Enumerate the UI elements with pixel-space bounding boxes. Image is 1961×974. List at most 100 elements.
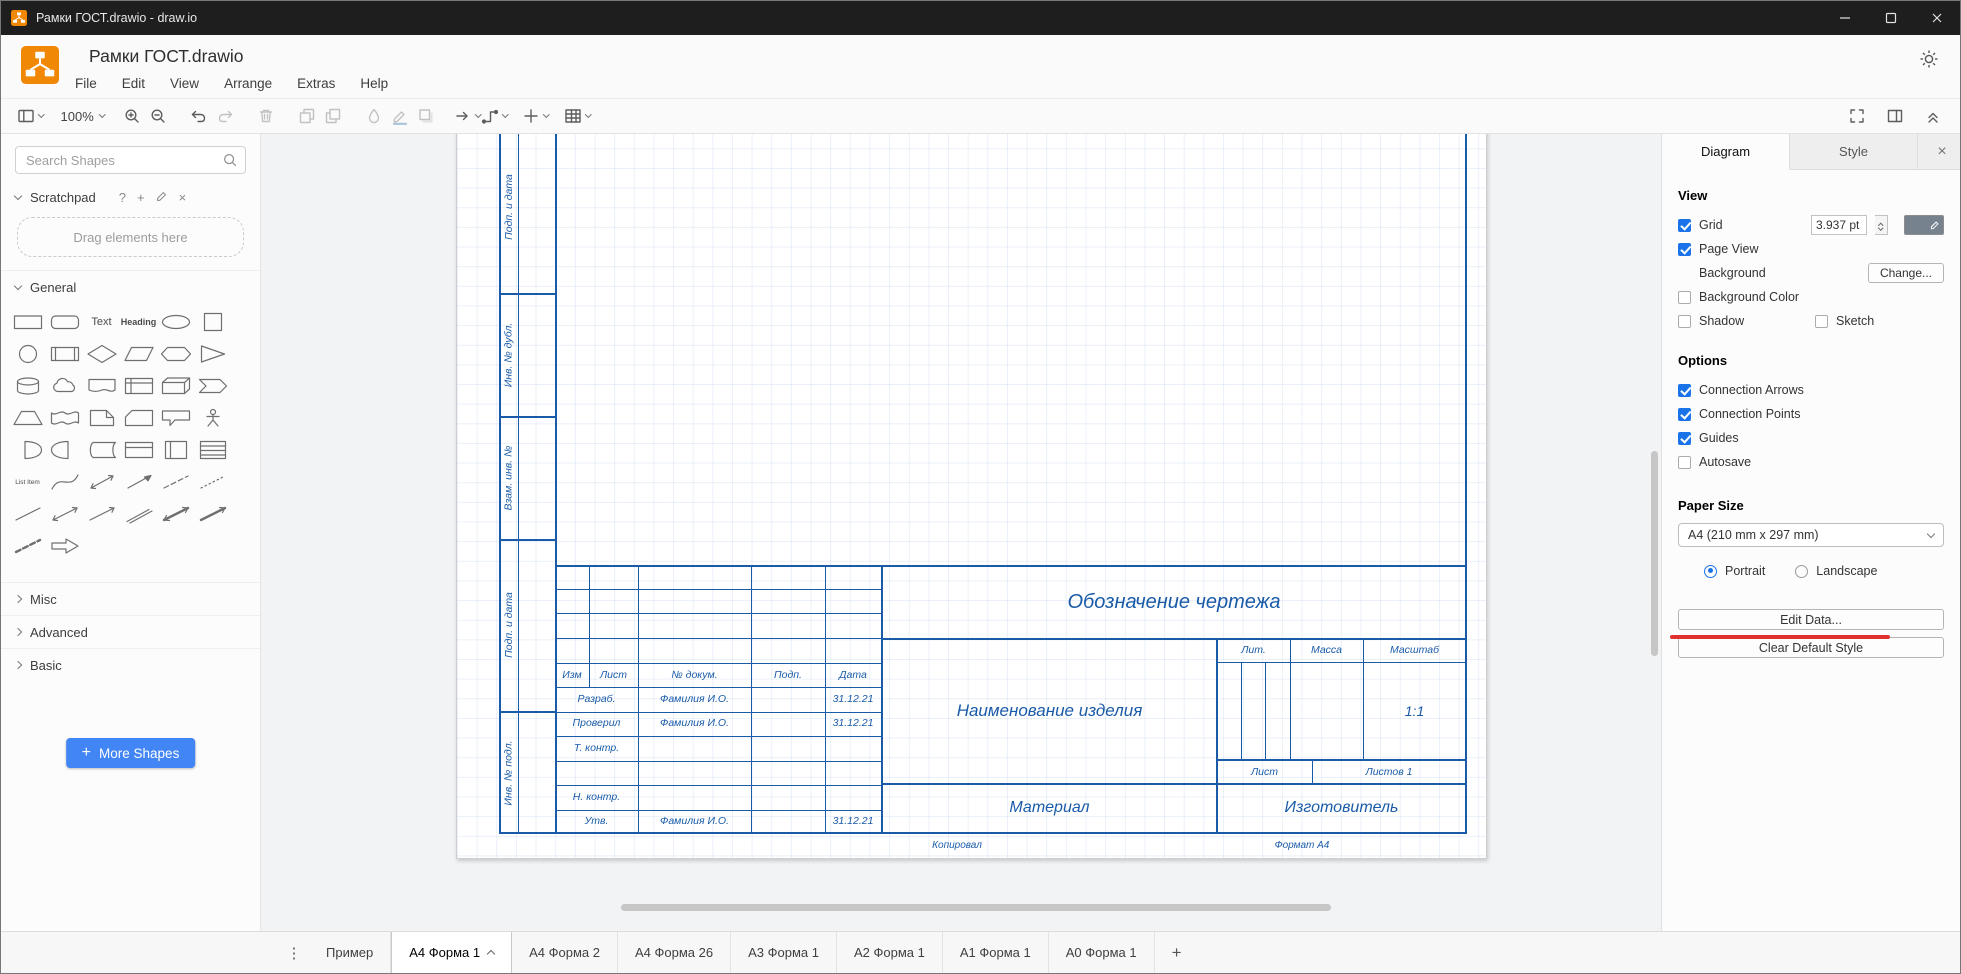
collapse-toolbar-button[interactable] bbox=[1920, 103, 1946, 129]
shape-list-icon[interactable] bbox=[194, 434, 231, 466]
shape-arrow-icon[interactable] bbox=[120, 466, 157, 498]
insert-button[interactable] bbox=[522, 103, 550, 129]
tab-diagram[interactable]: Diagram bbox=[1662, 134, 1790, 170]
paper-size-select[interactable]: A4 (210 mm x 297 mm) bbox=[1678, 523, 1944, 547]
scratchpad-header[interactable]: Scratchpad ? + × bbox=[1, 183, 260, 211]
menu-view[interactable]: View bbox=[170, 76, 199, 91]
connection-arrows-checkbox[interactable] bbox=[1678, 383, 1691, 397]
grid-checkbox[interactable] bbox=[1678, 218, 1691, 232]
shape-step-icon[interactable] bbox=[194, 370, 231, 402]
page-tab-А2 Форма 1[interactable]: А2 Форма 1 bbox=[837, 932, 943, 973]
sidebar-section-general[interactable]: General bbox=[1, 270, 260, 303]
grid-size-input[interactable] bbox=[1811, 215, 1867, 235]
shape-vertical-container-icon[interactable] bbox=[157, 434, 194, 466]
titleblock-lit-label[interactable]: Лит. bbox=[1217, 638, 1290, 662]
drawing-page[interactable]: Обозначение чертежа Наименование изделия М… bbox=[456, 134, 1487, 859]
shape-dotted-line-icon[interactable] bbox=[194, 466, 231, 498]
to-front-button[interactable] bbox=[294, 103, 320, 129]
titleblock-row-name[interactable]: Фамилия И.О. bbox=[638, 810, 751, 833]
shape-thick-arrow-icon[interactable] bbox=[46, 530, 83, 562]
titleblock-row-role[interactable]: Проверил bbox=[555, 712, 638, 735]
shape-dashed-link-icon[interactable] bbox=[9, 530, 46, 562]
edit-data-button[interactable]: Edit Data... bbox=[1678, 609, 1944, 630]
vertical-scrollbar[interactable] bbox=[1651, 451, 1658, 656]
portrait-radio[interactable] bbox=[1704, 564, 1717, 578]
shape-callout-icon[interactable] bbox=[157, 402, 194, 434]
shadow-checkbox[interactable] bbox=[1678, 314, 1691, 328]
shape-data-storage-icon[interactable] bbox=[83, 434, 120, 466]
titleblock-row-role[interactable]: Разраб. bbox=[555, 688, 638, 711]
shape-parallelogram-icon[interactable] bbox=[120, 338, 157, 370]
add-icon[interactable]: + bbox=[137, 190, 145, 205]
sidebar-section-basic[interactable]: Basic bbox=[1, 648, 260, 681]
shape-card-icon[interactable] bbox=[120, 402, 157, 434]
menu-file[interactable]: File bbox=[75, 76, 97, 91]
margin-label[interactable]: Подп. и дата bbox=[499, 539, 518, 711]
shape-tape-icon[interactable] bbox=[46, 402, 83, 434]
shape-directional-link-icon[interactable] bbox=[194, 498, 231, 530]
shape-container-icon[interactable] bbox=[120, 434, 157, 466]
titleblock-mass-label[interactable]: Масса bbox=[1290, 638, 1363, 662]
waypoints-button[interactable] bbox=[481, 103, 509, 129]
shape-actor-icon[interactable] bbox=[194, 402, 231, 434]
titleblock-row-role[interactable]: Т. контр. bbox=[555, 737, 638, 760]
help-icon[interactable]: ? bbox=[119, 190, 126, 205]
page-tab-А4 Форма 1[interactable]: А4 Форма 1 bbox=[391, 932, 513, 973]
delete-button[interactable] bbox=[253, 103, 279, 129]
titleblock-column-header[interactable]: Дата bbox=[825, 663, 881, 687]
search-shapes-input[interactable] bbox=[15, 146, 246, 174]
shape-bidirectional-connector-icon[interactable] bbox=[46, 498, 83, 530]
titleblock-row-name[interactable]: Фамилия И.О. bbox=[638, 688, 751, 711]
titleblock-column-header[interactable]: Изм bbox=[555, 663, 589, 687]
connection-style-button[interactable] bbox=[454, 103, 482, 129]
shape-note-icon[interactable] bbox=[83, 402, 120, 434]
shape-or-icon[interactable] bbox=[9, 434, 46, 466]
shape-textbox-icon[interactable]: Heading bbox=[120, 306, 157, 338]
page-tab-А4 Форма 26[interactable]: А4 Форма 26 bbox=[618, 932, 732, 973]
sketch-checkbox[interactable] bbox=[1815, 314, 1828, 328]
menu-edit[interactable]: Edit bbox=[122, 76, 145, 91]
minimize-button[interactable] bbox=[1822, 1, 1868, 35]
frame-format-label[interactable]: Формат А4 bbox=[1202, 834, 1402, 858]
line-color-button[interactable] bbox=[387, 103, 413, 129]
view-panels-button[interactable] bbox=[17, 103, 45, 129]
margin-label[interactable]: Взам. инв. № bbox=[499, 416, 518, 539]
shape-cloud-icon[interactable] bbox=[46, 370, 83, 402]
titleblock-row-date[interactable]: 31.12.21 bbox=[825, 810, 881, 833]
shape-circle-icon[interactable] bbox=[9, 338, 46, 370]
guides-checkbox[interactable] bbox=[1678, 431, 1691, 445]
margin-label[interactable]: Инв. № подл. bbox=[499, 711, 518, 834]
page-view-checkbox[interactable] bbox=[1678, 242, 1691, 256]
horizontal-scrollbar[interactable] bbox=[621, 904, 1331, 911]
shape-cube-icon[interactable] bbox=[157, 370, 194, 402]
titleblock-product-name[interactable]: Наименование изделия bbox=[882, 638, 1217, 783]
shape-rounded-rectangle-icon[interactable] bbox=[46, 306, 83, 338]
titleblock-column-header[interactable]: Подп. bbox=[751, 663, 825, 687]
close-icon[interactable]: × bbox=[179, 190, 187, 205]
diagram-canvas[interactable]: Обозначение чертежа Наименование изделия М… bbox=[261, 134, 1661, 931]
frame-copied-label[interactable]: Копировал bbox=[857, 834, 1057, 858]
connection-points-checkbox[interactable] bbox=[1678, 407, 1691, 421]
menu-help[interactable]: Help bbox=[360, 76, 388, 91]
shape-diamond-icon[interactable] bbox=[83, 338, 120, 370]
shape-hexagon-icon[interactable] bbox=[157, 338, 194, 370]
shape-bidirectional-link-icon[interactable] bbox=[157, 498, 194, 530]
shape-directional-connector-icon[interactable] bbox=[83, 498, 120, 530]
shape-document-icon[interactable] bbox=[83, 370, 120, 402]
titleblock-scale-label[interactable]: Масштаб bbox=[1363, 638, 1466, 662]
shadow-button[interactable] bbox=[413, 103, 439, 129]
page-tab-А0 Форма 1[interactable]: А0 Форма 1 bbox=[1049, 932, 1155, 973]
pages-menu-icon[interactable]: ⋮ bbox=[279, 932, 309, 973]
margin-label[interactable]: Подп. и дата bbox=[499, 134, 518, 293]
titleblock-row-role[interactable]: Утв. bbox=[555, 810, 638, 833]
shape-and-icon[interactable] bbox=[46, 434, 83, 466]
titleblock-manufacturer[interactable]: Изготовитель bbox=[1217, 784, 1466, 832]
fullscreen-button[interactable] bbox=[1844, 103, 1870, 129]
add-page-button[interactable]: + bbox=[1155, 932, 1199, 973]
undo-button[interactable] bbox=[186, 103, 212, 129]
zoom-in-button[interactable] bbox=[119, 103, 145, 129]
grid-size-stepper[interactable] bbox=[1875, 215, 1888, 235]
margin-label[interactable]: Инв. № дубл. bbox=[499, 293, 518, 416]
more-shapes-button[interactable]: + More Shapes bbox=[65, 738, 196, 768]
shape-square-icon[interactable] bbox=[194, 306, 231, 338]
